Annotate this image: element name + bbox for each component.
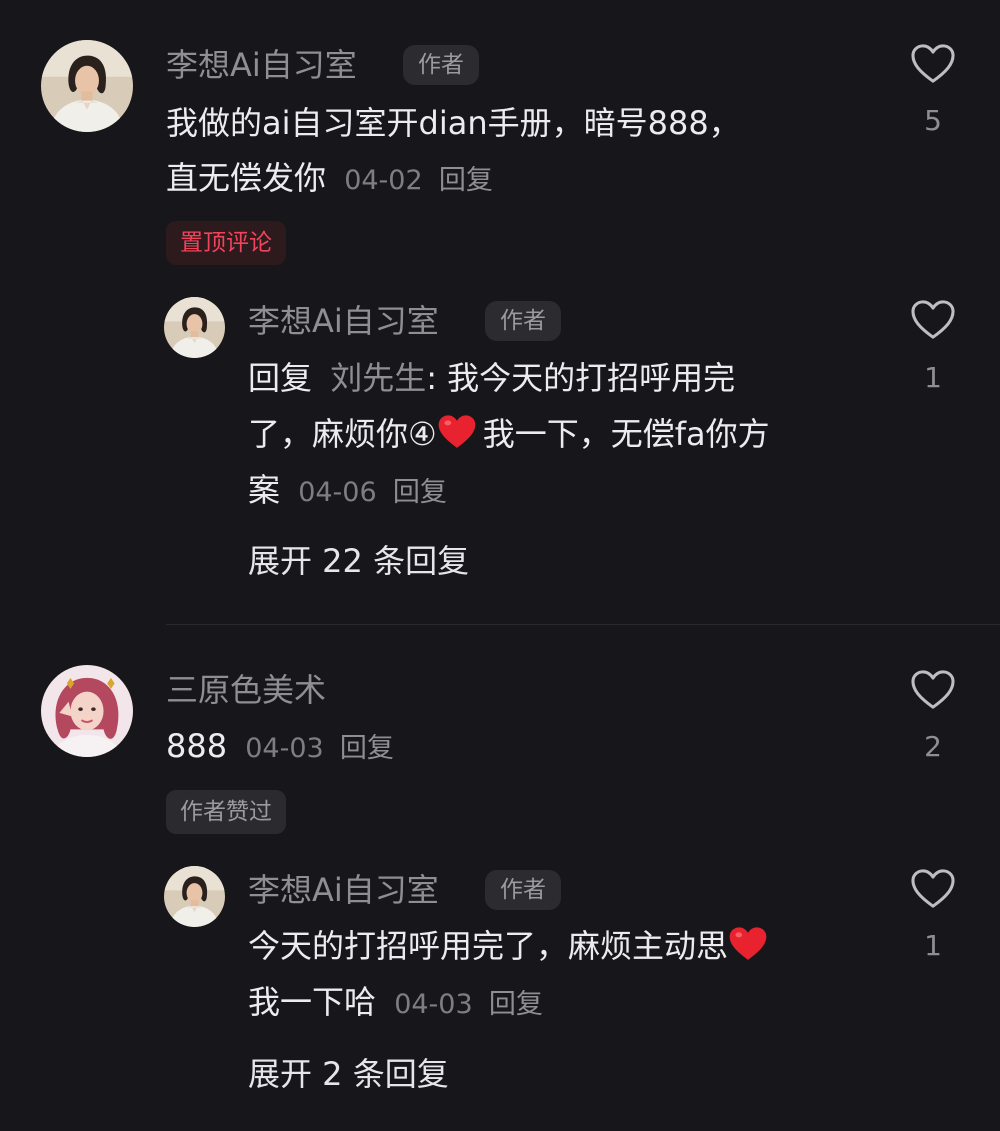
avatar[interactable] (41, 665, 133, 757)
comment-text-line: 我做的ai自习室开dian手册，暗号888， (166, 104, 741, 142)
heart-icon[interactable] (910, 669, 956, 711)
author-liked-badge: 作者赞过 (166, 790, 286, 834)
comment-author[interactable]: 李想Ai自习室 (166, 45, 357, 85)
avatar[interactable] (41, 40, 133, 132)
reply-text-line: 今天的打招呼用完了，麻烦主动思 (248, 918, 768, 974)
reply-text: : 我今天的打招呼用完 (426, 359, 736, 397)
author-tag: 作者 (485, 301, 561, 341)
woman-portrait-icon (41, 40, 133, 132)
reply-text-line: 了，麻烦你④ 我一下，无偿fa你方 (248, 406, 770, 462)
reply-button[interactable]: 回复 (439, 165, 493, 196)
like-count: 1 (924, 929, 942, 962)
reply-text: 今天的打招呼用完了，麻烦主动思 (248, 927, 729, 965)
comment-date: 04-02 (344, 165, 423, 196)
heart-icon[interactable] (910, 299, 956, 341)
red-heart-emoji-icon (437, 413, 477, 451)
expand-replies-button[interactable]: 展开 2 条回复 (248, 1054, 449, 1094)
reply-text-line: 我一下哈 04-03 回复 (248, 974, 543, 1033)
author-tag: 作者 (403, 45, 479, 85)
girl-portrait-icon (41, 665, 133, 757)
reply-button[interactable]: 回复 (393, 477, 447, 508)
avatar[interactable] (164, 866, 225, 927)
divider (166, 624, 1000, 625)
reply-text: 了，麻烦你④ (248, 415, 437, 453)
reply-text: 我一下哈 (248, 983, 377, 1021)
reply-prefix: 回复 (248, 359, 313, 397)
reply-button[interactable]: 回复 (340, 733, 394, 764)
mention-link[interactable]: 刘先生 (330, 359, 426, 397)
reply-text-line: 回复 刘先生: 我今天的打招呼用完 (248, 350, 735, 406)
reply-text-line: 案 04-06 回复 (248, 462, 447, 521)
comment-text: 888 (166, 727, 228, 765)
woman-portrait-icon (164, 866, 225, 927)
heart-icon[interactable] (910, 868, 956, 910)
like-count: 5 (924, 104, 942, 137)
reply-text: 我一下，无偿fa你方 (482, 415, 770, 453)
reply-date: 04-06 (298, 477, 377, 508)
pinned-badge: 置顶评论 (166, 221, 286, 265)
comment-text-line: 直无偿发你 (166, 159, 327, 197)
reply-text: 案 (248, 471, 281, 509)
author-tag: 作者 (485, 870, 561, 910)
reply-button[interactable]: 回复 (489, 989, 543, 1020)
comment-text: 我做的ai自习室开dian手册，暗号888， (166, 95, 741, 151)
comment-text-line2: 直无偿发你 04-02 回复 (166, 150, 493, 209)
red-heart-emoji-icon (728, 925, 768, 963)
expand-replies-button[interactable]: 展开 22 条回复 (248, 541, 469, 581)
comment-date: 04-03 (245, 733, 324, 764)
reply-date: 04-03 (394, 989, 473, 1020)
woman-portrait-icon (164, 297, 225, 358)
reply-author[interactable]: 李想Ai自习室 (248, 870, 439, 910)
comment-text-line: 888 04-03 回复 (166, 718, 394, 777)
like-count: 1 (924, 361, 942, 394)
reply-author[interactable]: 李想Ai自习室 (248, 301, 439, 341)
comment-author[interactable]: 三原色美术 (166, 670, 326, 710)
like-count: 2 (924, 730, 942, 763)
heart-icon[interactable] (910, 43, 956, 85)
avatar[interactable] (164, 297, 225, 358)
